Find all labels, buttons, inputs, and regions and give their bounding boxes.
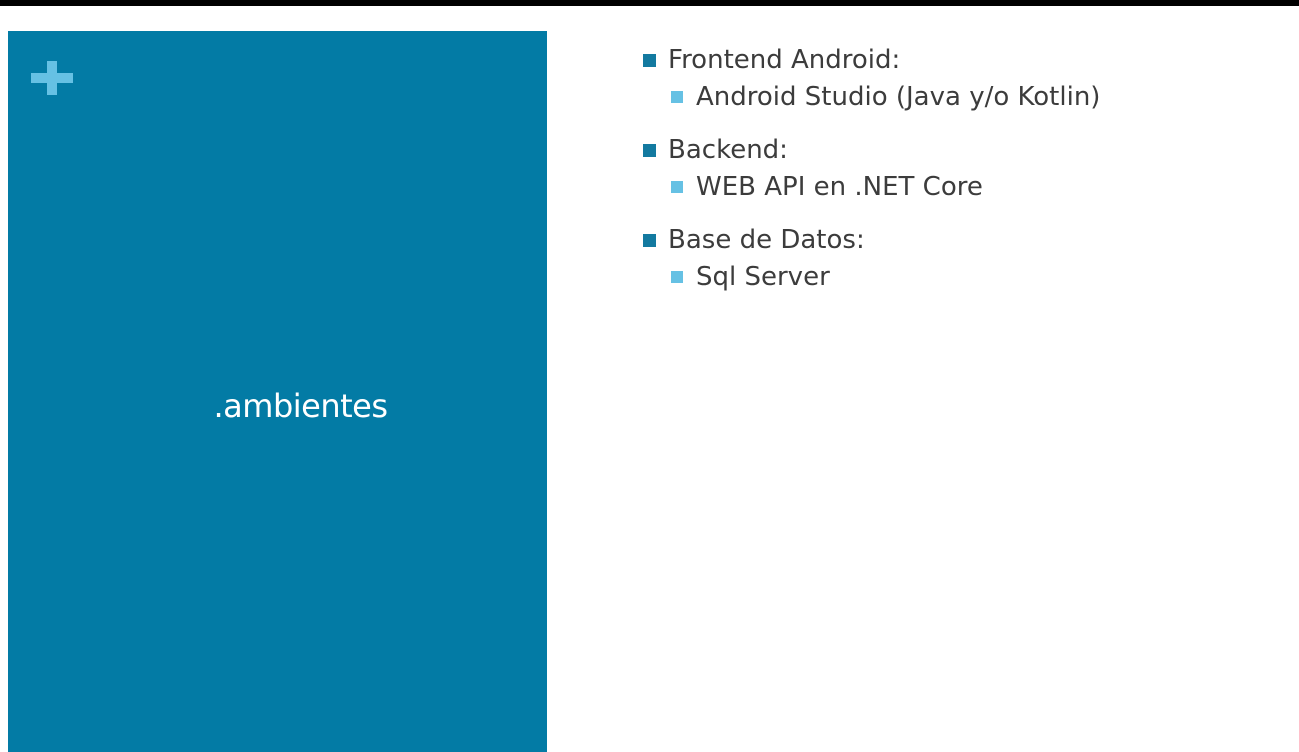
square-sub-bullet-icon [671, 91, 683, 103]
bullet-group-backend: Backend: WEB API en .NET Core [643, 132, 1283, 206]
bullet-label: Frontend Android: [668, 45, 901, 75]
bullet-label: Base de Datos: [668, 225, 865, 255]
bullet-item: Backend: [643, 132, 1283, 168]
sub-bullet-item: Android Studio (Java y/o Kotlin) [643, 78, 1283, 116]
sub-bullet-label: WEB API en .NET Core [696, 172, 983, 202]
sub-bullet-item: WEB API en .NET Core [643, 168, 1283, 206]
sub-bullet-label: Sql Server [696, 262, 830, 292]
square-bullet-icon [643, 53, 656, 67]
bullet-group-database: Base de Datos: Sql Server [643, 222, 1283, 296]
top-border [0, 0, 1299, 6]
bullet-item: Frontend Android: [643, 42, 1283, 78]
square-sub-bullet-icon [671, 271, 683, 283]
square-bullet-icon [643, 233, 656, 247]
square-sub-bullet-icon [671, 181, 683, 193]
bullet-item: Base de Datos: [643, 222, 1283, 258]
square-bullet-icon [643, 143, 656, 157]
bullet-list: Frontend Android: Android Studio (Java y… [643, 42, 1283, 312]
sub-bullet-item: Sql Server [643, 258, 1283, 296]
title-panel: .ambientes [8, 31, 547, 752]
bullet-group-frontend: Frontend Android: Android Studio (Java y… [643, 42, 1283, 116]
bullet-label: Backend: [668, 135, 788, 165]
slide-title: .ambientes [213, 387, 388, 425]
plus-icon [31, 61, 73, 95]
sub-bullet-label: Android Studio (Java y/o Kotlin) [696, 82, 1101, 112]
